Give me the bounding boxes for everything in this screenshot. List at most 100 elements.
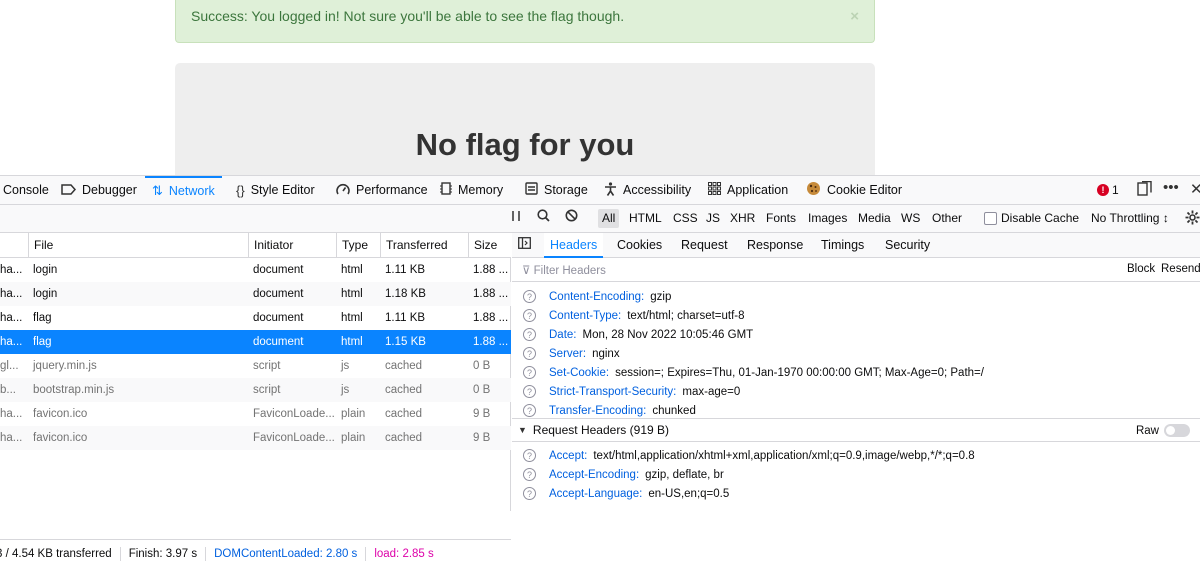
response-header-row: ? Content-Encoding: gzip: [512, 287, 1200, 306]
file-cell: login: [33, 288, 58, 300]
initiator-cell: document: [253, 288, 304, 300]
headers-filter-bar: ⊽ Filter Headers Block Resend: [512, 258, 1200, 282]
transferred-cell: cached: [385, 408, 423, 420]
settings-gear-icon[interactable]: [1185, 210, 1200, 228]
tab-label: Performance: [356, 183, 428, 197]
network-arrows-icon: ⇅: [152, 183, 163, 198]
tab-request[interactable]: Request: [681, 233, 728, 258]
help-icon[interactable]: ?: [523, 404, 536, 417]
pause-icon[interactable]: [511, 209, 521, 225]
transferred-cell: 1.11 KB: [385, 312, 426, 324]
tab-label: Debugger: [82, 183, 137, 197]
filter-js[interactable]: JS: [702, 209, 724, 228]
tab-application[interactable]: Application: [708, 176, 788, 204]
help-icon[interactable]: ?: [523, 385, 536, 398]
filter-ws[interactable]: WS: [897, 209, 924, 228]
resend-button[interactable]: Resend: [1161, 263, 1200, 275]
type-column-header[interactable]: Type: [336, 233, 380, 258]
domain-column-header[interactable]: [0, 233, 28, 258]
tab-response[interactable]: Response: [747, 233, 803, 258]
close-icon[interactable]: ✕: [1190, 180, 1200, 198]
file-cell: flag: [33, 312, 52, 324]
more-options-icon[interactable]: •••: [1163, 179, 1179, 196]
alert-close-button[interactable]: ×: [850, 8, 859, 25]
tab-label: Memory: [458, 183, 504, 197]
jumbotron: No flag for you: [175, 63, 875, 175]
tab-cookie-editor[interactable]: Cookie Editor: [806, 176, 902, 204]
transferred-column-header[interactable]: Transferred: [380, 233, 468, 258]
throttling-select[interactable]: No Throttling ↕: [1091, 211, 1169, 225]
web-page: Success: You logged in! Not sure you'll …: [0, 0, 1200, 175]
tab-debugger[interactable]: Debugger: [61, 176, 137, 204]
domain-cell: ha...: [0, 408, 23, 420]
size-cell: 9 B: [473, 408, 491, 420]
size-column-header[interactable]: Size: [468, 233, 511, 258]
file-column-header[interactable]: File: [28, 233, 248, 258]
tab-memory[interactable]: Memory: [440, 176, 503, 204]
filter-other[interactable]: Other: [928, 209, 966, 228]
toggle-switch-icon: [1164, 424, 1190, 437]
toggle-sidebar-icon[interactable]: [518, 237, 531, 253]
type-cell: html: [341, 288, 363, 300]
response-header-row: ? Content-Type: text/html; charset=utf-8: [512, 306, 1200, 325]
tab-cookies[interactable]: Cookies: [617, 233, 662, 258]
initiator-link[interactable]: FaviconLoade...: [248, 426, 336, 450]
load-time: load: 2.85 s: [374, 548, 434, 560]
error-count-badge[interactable]: ! 1: [1097, 183, 1119, 197]
block-button[interactable]: Block: [1127, 263, 1155, 275]
help-icon[interactable]: ?: [523, 366, 536, 379]
raw-toggle[interactable]: Raw: [1136, 424, 1190, 437]
filter-images[interactable]: Images: [804, 209, 851, 228]
initiator-cell: script: [253, 360, 281, 372]
domain-cell: ha...: [0, 432, 23, 444]
request-header-row: ? Accept: text/html,application/xhtml+xm…: [512, 446, 1200, 465]
file-cell: favicon.ico: [33, 408, 88, 420]
help-icon[interactable]: ?: [523, 328, 536, 341]
request-headers-section[interactable]: ▼ Request Headers (919 B) Raw: [512, 418, 1200, 442]
tab-style-editor[interactable]: {} Style Editor: [236, 176, 315, 204]
initiator-column-header[interactable]: Initiator: [248, 233, 336, 258]
request-row[interactable]: gl... jquery.min.js script js cached 0 B: [0, 354, 511, 378]
help-icon[interactable]: ?: [523, 468, 536, 481]
help-icon[interactable]: ?: [523, 347, 536, 360]
request-row[interactable]: b... bootstrap.min.js script js cached 0…: [0, 378, 511, 402]
filter-fonts[interactable]: Fonts: [762, 209, 800, 228]
filter-html[interactable]: HTML: [625, 209, 666, 228]
help-icon[interactable]: ?: [523, 309, 536, 322]
clear-icon[interactable]: [565, 209, 578, 225]
transferred-cell: 1.15 KB: [385, 336, 426, 348]
network-status-bar: 3 / 4.54 KB transferred Finish: 3.97 s D…: [0, 539, 511, 568]
request-row[interactable]: ha... favicon.ico FaviconLoade... plain …: [0, 402, 511, 426]
request-row[interactable]: ha... login document html 1.11 KB 1.88 .…: [0, 258, 511, 282]
request-row[interactable]: ha... favicon.ico FaviconLoade... plain …: [0, 426, 511, 450]
header-value: session=; Expires=Thu, 01-Jan-1970 00:00…: [615, 366, 984, 379]
filter-css[interactable]: CSS: [669, 209, 702, 228]
tab-performance[interactable]: Performance: [336, 176, 428, 204]
initiator-link[interactable]: FaviconLoade...: [248, 402, 336, 426]
header-name: Date:: [549, 328, 577, 341]
header-name: Set-Cookie:: [549, 366, 610, 379]
tab-network[interactable]: ⇅ Network: [145, 176, 222, 204]
filter-xhr[interactable]: XHR: [726, 209, 759, 228]
search-icon[interactable]: [537, 209, 550, 225]
request-row-selected[interactable]: ha... flag document html 1.15 KB 1.88 ..…: [0, 330, 511, 354]
tab-accessibility[interactable]: Accessibility: [604, 176, 691, 204]
tab-storage[interactable]: Storage: [525, 176, 588, 204]
tab-timings[interactable]: Timings: [821, 233, 864, 258]
header-value: en-US,en;q=0.5: [648, 487, 730, 500]
filter-headers-input[interactable]: ⊽ Filter Headers: [522, 263, 606, 277]
help-icon[interactable]: ?: [523, 449, 536, 462]
filter-media[interactable]: Media: [854, 209, 895, 228]
help-icon[interactable]: ?: [523, 290, 536, 303]
header-value: text/html,application/xhtml+xml,applicat…: [593, 449, 975, 462]
tab-console[interactable]: Console: [3, 176, 49, 204]
request-row[interactable]: ha... login document html 1.18 KB 1.88 .…: [0, 282, 511, 306]
disable-cache-checkbox[interactable]: Disable Cache: [984, 211, 1079, 225]
request-row[interactable]: ha... flag document html 1.11 KB 1.88 ..…: [0, 306, 511, 330]
tab-security[interactable]: Security: [885, 233, 930, 258]
request-headers-title: Request Headers (919 B): [532, 423, 669, 437]
dock-side-icon[interactable]: [1137, 180, 1152, 200]
help-icon[interactable]: ?: [523, 487, 536, 500]
filter-all[interactable]: All: [598, 209, 620, 228]
tab-headers[interactable]: Headers: [544, 233, 604, 258]
